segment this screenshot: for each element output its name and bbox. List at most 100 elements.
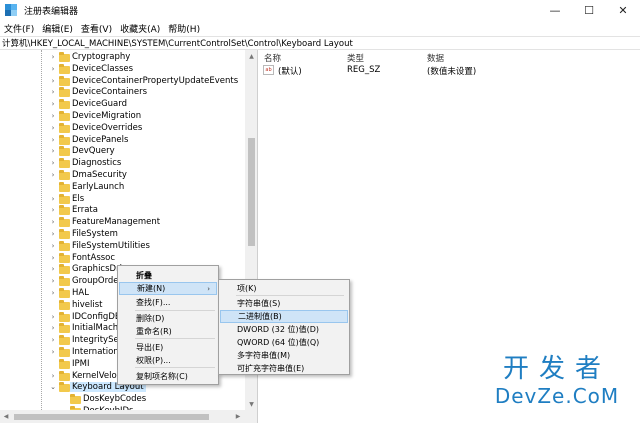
- tree-item-label: KernelVeloc: [72, 370, 122, 381]
- context-menu-item[interactable]: 新建(N) ›: [119, 282, 217, 295]
- tree-item[interactable]: › DevicePanels: [0, 134, 245, 146]
- folder-icon: [59, 52, 70, 62]
- context-menu-item[interactable]: 折叠: [119, 269, 217, 282]
- collapsed-chevron-icon[interactable]: ›: [49, 145, 57, 157]
- tree-item[interactable]: › DmaSecurity: [0, 169, 245, 181]
- close-button[interactable]: ✕: [606, 0, 640, 20]
- menu-item-label: 查找(F)...: [136, 298, 171, 307]
- folder-icon: [59, 122, 70, 133]
- tree-item-label: DevQuery: [72, 146, 115, 157]
- column-header-type[interactable]: 类型: [347, 52, 364, 64]
- submenu-item[interactable]: 项(K): [220, 282, 348, 295]
- tree-item[interactable]: › FileSystem: [0, 228, 245, 240]
- tree-item[interactable]: › Cryptography: [0, 51, 245, 63]
- menu-separator: [135, 367, 215, 368]
- tree-item[interactable]: › DeviceGuard: [0, 98, 245, 110]
- collapsed-chevron-icon[interactable]: ›: [49, 134, 57, 146]
- menu-item-label: 多字符串值(M): [237, 351, 291, 360]
- collapsed-chevron-icon[interactable]: ›: [49, 322, 57, 334]
- submenu-item[interactable]: 字符串值(S): [220, 297, 348, 310]
- collapsed-chevron-icon[interactable]: ›: [49, 204, 57, 216]
- menu-item-label: DWORD (32 位)值(D): [237, 325, 319, 334]
- collapsed-chevron-icon[interactable]: ›: [49, 311, 57, 323]
- submenu-item[interactable]: 多字符串值(M): [220, 349, 348, 362]
- submenu-item[interactable]: 二进制值(B): [220, 310, 348, 323]
- folder-icon: [59, 335, 70, 346]
- collapsed-chevron-icon[interactable]: ›: [49, 346, 57, 358]
- collapsed-chevron-icon[interactable]: ›: [49, 275, 57, 287]
- context-menu-item[interactable]: 重命名(R): [119, 325, 217, 338]
- collapsed-chevron-icon[interactable]: ›: [49, 252, 57, 264]
- collapsed-chevron-icon[interactable]: ›: [49, 193, 57, 205]
- collapsed-chevron-icon[interactable]: ›: [49, 169, 57, 181]
- tree-item[interactable]: › DeviceContainerPropertyUpdateEvents: [0, 75, 245, 87]
- tree-item[interactable]: › Errata: [0, 204, 245, 216]
- tree-item[interactable]: DosKeybCodes: [0, 393, 245, 405]
- address-bar[interactable]: 计算机\HKEY_LOCAL_MACHINE\SYSTEM\CurrentCon…: [0, 36, 640, 50]
- collapsed-chevron-icon[interactable]: ›: [49, 122, 57, 134]
- collapsed-chevron-icon[interactable]: ›: [49, 334, 57, 346]
- folder-icon: [59, 229, 70, 239]
- maximize-button[interactable]: ☐: [572, 0, 606, 20]
- menu-item-label: 项(K): [237, 284, 257, 293]
- context-menu-item[interactable]: 查找(F)...: [119, 296, 217, 309]
- menu-file[interactable]: 文件(F): [0, 22, 38, 35]
- collapsed-chevron-icon[interactable]: ›: [49, 216, 57, 228]
- folder-icon: [70, 394, 81, 405]
- tree-item[interactable]: › FileSystemUtilities: [0, 240, 245, 252]
- menu-separator: [135, 310, 215, 311]
- context-menu-item[interactable]: 权限(P)...: [119, 354, 217, 367]
- scroll-up-icon[interactable]: ▲: [245, 50, 257, 62]
- collapsed-chevron-icon[interactable]: ›: [49, 110, 57, 122]
- menu-help[interactable]: 帮助(H): [164, 22, 204, 35]
- tree-item[interactable]: › DeviceClasses: [0, 63, 245, 75]
- collapsed-chevron-icon[interactable]: ›: [49, 240, 57, 252]
- expanded-chevron-icon[interactable]: ⌄: [49, 381, 57, 393]
- tree-item[interactable]: › FontAssoc: [0, 252, 245, 264]
- context-menu-item[interactable]: 导出(E): [119, 341, 217, 354]
- tree-vscroll-thumb[interactable]: [248, 138, 255, 246]
- menu-favorites[interactable]: 收藏夹(A): [116, 22, 164, 35]
- collapsed-chevron-icon[interactable]: ›: [49, 287, 57, 299]
- value-row[interactable]: ab (默认) REG_SZ (数值未设置): [259, 64, 640, 77]
- scroll-right-icon[interactable]: ▶: [232, 410, 244, 423]
- menu-item-label: 折叠: [136, 271, 152, 280]
- submenu-item[interactable]: 可扩充字符串值(E): [220, 362, 348, 375]
- tree-item[interactable]: › FeatureManagement: [0, 216, 245, 228]
- scroll-down-icon[interactable]: ▼: [245, 398, 257, 410]
- tree-horizontal-scrollbar[interactable]: ◀ ▶: [0, 410, 257, 423]
- collapsed-chevron-icon[interactable]: ›: [49, 86, 57, 98]
- column-header-data[interactable]: 数据: [427, 52, 444, 64]
- column-header-name[interactable]: 名称: [264, 52, 281, 64]
- collapsed-chevron-icon[interactable]: ›: [49, 157, 57, 169]
- context-menu-item[interactable]: 删除(D): [119, 312, 217, 325]
- tree-item[interactable]: › DevQuery: [0, 145, 245, 157]
- submenu-item[interactable]: DWORD (32 位)值(D): [220, 323, 348, 336]
- collapsed-chevron-icon[interactable]: ›: [49, 75, 57, 87]
- collapsed-chevron-icon[interactable]: ›: [49, 228, 57, 240]
- minimize-button[interactable]: —: [538, 0, 572, 20]
- collapsed-chevron-icon[interactable]: ›: [49, 51, 57, 63]
- collapsed-chevron-icon[interactable]: ›: [49, 370, 57, 382]
- menu-item-label: 导出(E): [136, 343, 164, 352]
- tree-hscroll-thumb[interactable]: [14, 414, 209, 420]
- tree-item-label: Els: [72, 193, 85, 204]
- tree-item[interactable]: › DeviceOverrides: [0, 122, 245, 134]
- tree-item[interactable]: › Els: [0, 193, 245, 205]
- submenu-item[interactable]: QWORD (64 位)值(Q): [220, 336, 348, 349]
- collapsed-chevron-icon[interactable]: ›: [49, 263, 57, 275]
- collapsed-chevron-icon[interactable]: ›: [49, 63, 57, 75]
- menu-view[interactable]: 查看(V): [77, 22, 116, 35]
- tree-item[interactable]: EarlyLaunch: [0, 181, 245, 193]
- scroll-left-icon[interactable]: ◀: [0, 410, 12, 423]
- context-menu-item[interactable]: 复制项名称(C): [119, 370, 217, 383]
- tree-item-label: FileSystem: [72, 229, 118, 239]
- tree-item[interactable]: › Diagnostics: [0, 157, 245, 169]
- folder-icon: [59, 217, 70, 228]
- folder-icon: [59, 299, 70, 310]
- tree-item[interactable]: › DeviceContainers: [0, 86, 245, 98]
- menu-edit[interactable]: 编辑(E): [38, 22, 77, 35]
- folder-icon: [59, 99, 70, 110]
- collapsed-chevron-icon[interactable]: ›: [49, 98, 57, 110]
- tree-item[interactable]: › DeviceMigration: [0, 110, 245, 122]
